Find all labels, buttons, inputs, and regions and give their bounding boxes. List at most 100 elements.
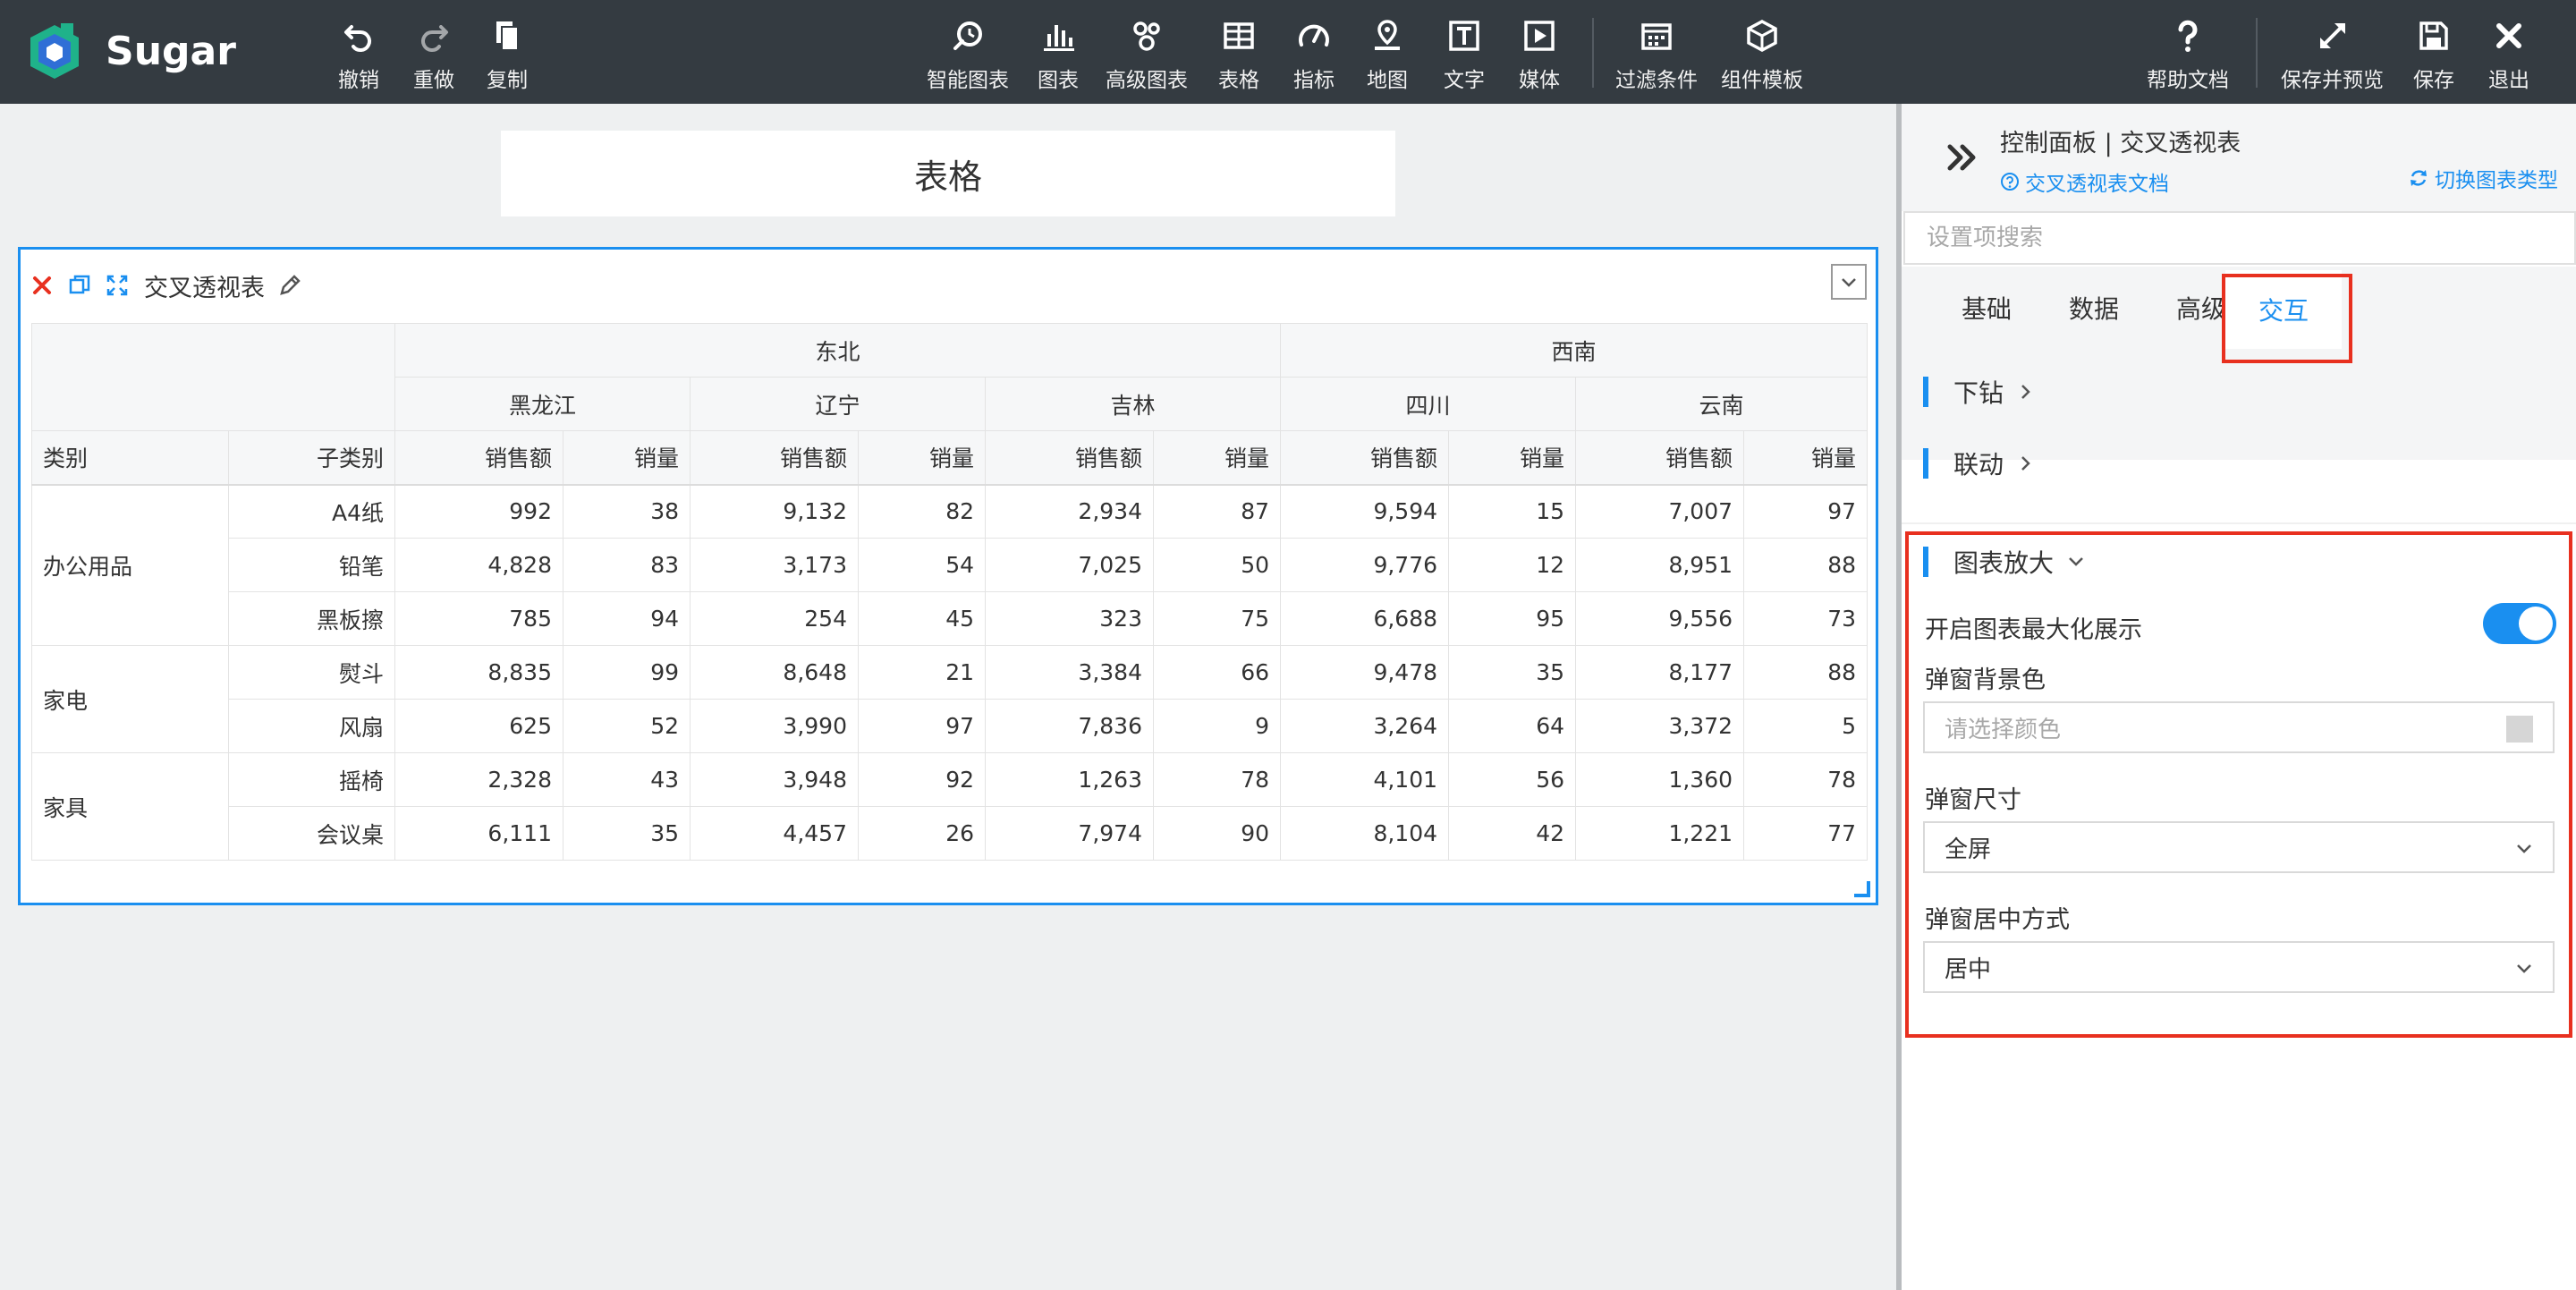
- bg-color-picker[interactable]: 请选择颜色: [1923, 701, 2555, 753]
- undo-icon: [344, 25, 371, 52]
- value-cell: 4,828: [394, 538, 564, 592]
- linkage-section-header[interactable]: 联动: [1923, 446, 2036, 481]
- subcategory-cell: 铅笔: [228, 538, 395, 592]
- copy-button[interactable]: 复制: [487, 16, 528, 93]
- chevron-down-icon: [2517, 964, 2531, 973]
- chevron-down-icon: [2069, 557, 2083, 566]
- region-header: 西南: [1280, 323, 1868, 378]
- help-label: 帮助文档: [2147, 69, 2229, 92]
- subcategory-cell: 黑板擦: [228, 591, 395, 646]
- duplicate-widget-button[interactable]: [67, 273, 92, 298]
- pivot-doc-link[interactable]: 交叉透视表文档: [2000, 166, 2169, 197]
- pivot-table: 东北 西南 黑龙江 辽宁 吉林 四川 云南 类别 子类别 销售额 销量 销售额 …: [31, 323, 1868, 861]
- indicator-button[interactable]: 指标: [1293, 16, 1335, 93]
- value-cell: 785: [394, 591, 564, 646]
- pivot-table-widget[interactable]: 交叉透视表 东北 西南 黑龙江 辽宁 吉林 四川 云南 类别 子类别 销售额 销…: [18, 247, 1878, 905]
- value-cell: 26: [858, 806, 986, 861]
- center-label: 弹窗居中方式: [1925, 906, 2070, 934]
- edit-title-button[interactable]: [277, 273, 302, 298]
- panel-title: 控制面板 | 交叉透视表: [2000, 130, 2241, 157]
- value-cell: 43: [563, 752, 691, 807]
- value-cell: 77: [1743, 806, 1868, 861]
- table-button[interactable]: 表格: [1218, 16, 1259, 93]
- filter-button[interactable]: 过滤条件: [1615, 16, 1698, 93]
- table-row: 风扇 625 52 3,990 97 7,836 9 3,264 64 3,372 5: [32, 699, 1868, 753]
- value-cell: 21: [858, 645, 986, 700]
- value-cell: 90: [1152, 806, 1282, 861]
- value-cell: 92: [858, 752, 986, 807]
- cube-template-icon: [1747, 20, 1777, 52]
- value-cell: 99: [563, 645, 691, 700]
- double-chevron-right-icon[interactable]: [1943, 138, 1982, 177]
- save-preview-button[interactable]: 保存并预览: [2281, 16, 2384, 93]
- map-button[interactable]: 地图: [1367, 16, 1408, 93]
- zoom-section-header[interactable]: 图表放大: [1923, 544, 2086, 580]
- table-row: 黑板擦 785 94 254 45 323 75 6,688 95 9,556 73: [32, 591, 1868, 646]
- value-cell: 1,221: [1575, 806, 1745, 861]
- undo-button[interactable]: 撤销: [338, 16, 379, 93]
- chart-button[interactable]: 图表: [1038, 16, 1079, 93]
- toolbar-divider-right: [2256, 18, 2258, 88]
- value-cell: 12: [1448, 538, 1577, 592]
- media-label: 媒体: [1519, 69, 1560, 92]
- tab-data[interactable]: 数据: [2039, 267, 2148, 349]
- bar-chart-icon: [1044, 25, 1074, 51]
- value-cell: 9: [1152, 699, 1282, 753]
- value-cell: 15: [1448, 484, 1577, 539]
- value-cell: 38: [563, 484, 691, 539]
- delete-widget-button[interactable]: [30, 273, 55, 298]
- value-cell: 2,328: [394, 752, 564, 807]
- measure-header: 销量: [1152, 430, 1282, 486]
- province-header: 四川: [1280, 377, 1577, 431]
- template-button[interactable]: 组件模板: [1721, 16, 1803, 93]
- value-cell: 82: [858, 484, 986, 539]
- value-cell: 8,104: [1280, 806, 1450, 861]
- advanced-chart-button[interactable]: 高级图表: [1106, 16, 1188, 93]
- subcategory-cell: 会议桌: [228, 806, 395, 861]
- widget-menu-dropdown[interactable]: [1831, 264, 1867, 300]
- value-cell: 6,688: [1280, 591, 1450, 646]
- fullscreen-icon: [106, 275, 128, 296]
- exit-button[interactable]: 退出: [2488, 16, 2529, 93]
- value-cell: 35: [1448, 645, 1577, 700]
- smart-chart-button[interactable]: 智能图表: [927, 16, 1009, 93]
- title-text-widget[interactable]: 表格: [501, 131, 1395, 216]
- value-cell: 9,132: [690, 484, 859, 539]
- value-cell: 7,007: [1575, 484, 1745, 539]
- drill-section-header[interactable]: 下钻: [1923, 374, 2036, 410]
- switch-chart-type-button[interactable]: 切换图表类型: [2408, 163, 2558, 193]
- map-pin-icon: [1375, 20, 1400, 50]
- pivot-body: 办公用品 A4纸 992 38 9,132 82 2,934 87 9,594 15 7,007 97…: [31, 484, 1868, 861]
- settings-search-input[interactable]: [1903, 211, 2576, 265]
- zoom-enable-toggle[interactable]: [2483, 603, 2556, 644]
- measure-header: 销售额: [394, 430, 564, 486]
- exit-label: 退出: [2488, 69, 2529, 92]
- redo-label: 重做: [413, 69, 454, 92]
- help-button[interactable]: 帮助文档: [2147, 16, 2229, 93]
- size-label: 弹窗尺寸: [1925, 786, 2021, 814]
- subcategory-cell: 熨斗: [228, 645, 395, 700]
- close-icon: [33, 276, 51, 294]
- province-header: 云南: [1575, 377, 1868, 431]
- sugar-logo-icon: [30, 23, 79, 79]
- pivot-doc-link-label: 交叉透视表文档: [2025, 173, 2169, 196]
- region-header: 东北: [394, 323, 1282, 378]
- fullscreen-widget-button[interactable]: [105, 273, 130, 298]
- redo-icon: [421, 25, 448, 52]
- indicator-label: 指标: [1293, 69, 1335, 92]
- tab-basic[interactable]: 基础: [1932, 267, 2041, 349]
- size-select[interactable]: 全屏: [1923, 821, 2555, 873]
- copy-icon: [496, 21, 519, 51]
- table-row: 会议桌 6,111 35 4,457 26 7,974 90 8,104 42 1,221 77: [32, 806, 1868, 861]
- redo-button[interactable]: 重做: [413, 16, 454, 93]
- resize-handle[interactable]: [1854, 881, 1870, 897]
- table-label: 表格: [1218, 69, 1259, 92]
- save-button[interactable]: 保存: [2413, 16, 2454, 93]
- value-cell: 7,836: [985, 699, 1154, 753]
- text-button[interactable]: 文字: [1444, 16, 1485, 93]
- filter-label: 过滤条件: [1615, 69, 1698, 92]
- media-button[interactable]: 媒体: [1519, 16, 1560, 93]
- center-select[interactable]: 居中: [1923, 941, 2555, 993]
- province-header: 辽宁: [690, 377, 986, 431]
- table-icon: [1224, 22, 1254, 49]
